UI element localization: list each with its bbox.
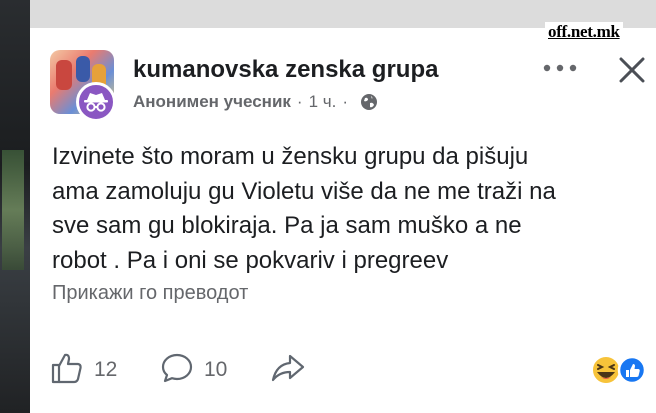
post-text-line: Izvinete što moram u žensku grupu da piš… <box>52 143 529 170</box>
share-icon <box>270 351 306 390</box>
reactions-summary[interactable] <box>590 354 650 386</box>
like-reaction-icon <box>617 355 647 385</box>
author-name[interactable]: Анонимен учесник <box>133 92 291 112</box>
comment-button[interactable]: 10 <box>160 350 227 390</box>
see-translation-link[interactable]: Прикажи го преводот <box>52 282 248 305</box>
like-button[interactable]: 12 <box>50 350 117 390</box>
post-text-line: sve sam gu blokiraja. Pa ja sam muško a … <box>52 212 522 239</box>
globe-icon[interactable] <box>360 93 378 111</box>
comment-icon <box>160 351 194 390</box>
share-button[interactable] <box>270 350 306 390</box>
post-actions-bar: 12 10 <box>50 350 650 390</box>
post-meta: Анонимен учесник · 1 ч. · <box>133 92 378 112</box>
post-text-line: ama zamoluju gu Violetu više da ne me tr… <box>52 177 556 205</box>
comment-count: 10 <box>204 358 228 381</box>
anonymous-icon <box>76 82 116 122</box>
post-time[interactable]: 1 ч. <box>309 92 337 112</box>
meta-separator: · <box>342 92 349 111</box>
background-foliage <box>2 150 24 270</box>
more-options-icon[interactable] <box>540 56 580 80</box>
group-avatar[interactable] <box>50 50 122 122</box>
site-watermark: off.net.mk <box>545 22 623 42</box>
post-text-line: robot . Pa i oni se pokvariv i pregreev <box>52 246 449 274</box>
post-body: Izvinete što moram u žensku grupu da piš… <box>52 140 612 278</box>
like-count: 12 <box>94 358 118 381</box>
group-name-link[interactable]: kumanovska zenska grupa <box>133 56 438 84</box>
background-photo-edge <box>0 0 30 413</box>
meta-separator: · <box>296 92 303 111</box>
close-icon[interactable] <box>616 54 648 86</box>
haha-reaction-icon <box>591 355 621 385</box>
thumbs-up-icon <box>50 351 84 390</box>
